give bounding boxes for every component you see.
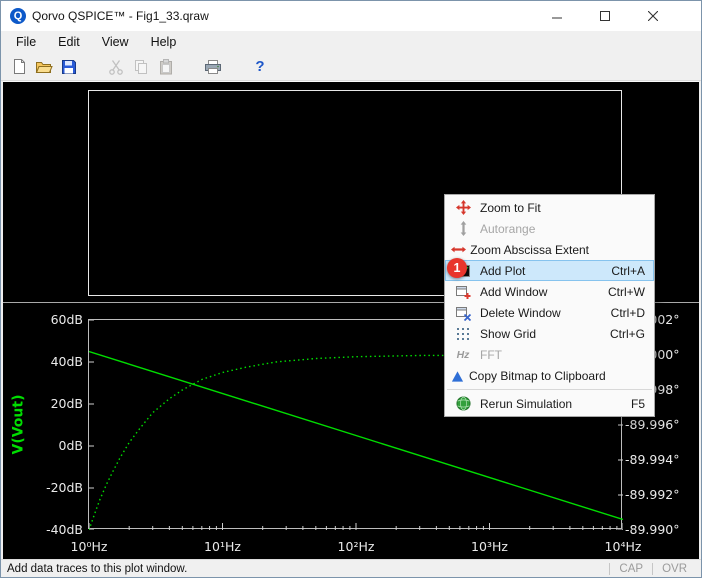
maximize-icon — [600, 11, 610, 21]
new-file-icon — [13, 59, 25, 74]
menu-item-delete-window[interactable]: Delete Window Ctrl+D — [445, 302, 654, 323]
add-window-icon — [450, 284, 476, 300]
status-ovr-indicator: OVR — [662, 562, 687, 575]
status-bar: Add data traces to this plot window. CAP… — [1, 559, 701, 577]
menu-item-add-plot[interactable]: Add Plot Ctrl+A — [445, 260, 654, 281]
menu-item-autorange: Autorange — [445, 218, 654, 239]
window-title: Qorvo QSPICE™ - Fig1_33.qraw — [32, 9, 209, 23]
print-icon — [205, 59, 221, 74]
copy-icon — [135, 59, 147, 74]
menu-item-rerun-simulation[interactable]: Rerun Simulation F5 — [445, 393, 654, 414]
menu-item-zoom-abscissa-extent[interactable]: Zoom Abscissa Extent — [445, 239, 654, 260]
menu-separator — [447, 389, 652, 390]
menu-item-shortcut: Ctrl+A — [611, 263, 645, 278]
y-right-tick-label: -89.994° — [625, 452, 680, 467]
menu-edit[interactable]: Edit — [47, 31, 91, 53]
menu-item-copy-bitmap[interactable]: Copy Bitmap to Clipboard — [445, 365, 654, 386]
close-icon — [648, 11, 658, 21]
y-right-tick-label: -89.992° — [625, 487, 680, 502]
titlebar: Q Qorvo QSPICE™ - Fig1_33.qraw — [1, 1, 701, 31]
menu-item-label: Delete Window — [480, 305, 561, 320]
menu-help[interactable]: Help — [140, 31, 188, 53]
x-tick-label: 10⁴Hz — [604, 539, 642, 554]
y-left-tick-label: 0dB — [58, 438, 83, 453]
menu-file[interactable]: File — [5, 31, 47, 53]
y-left-tick-label: 40dB — [50, 354, 83, 369]
rerun-simulation-icon — [450, 396, 476, 411]
menu-item-shortcut: F5 — [630, 396, 645, 411]
autorange-icon — [450, 221, 476, 236]
copy-bitmap-icon — [450, 369, 465, 383]
menu-item-fft: Hz FFT — [445, 344, 654, 365]
toolbar-paste-button — [154, 55, 178, 79]
qspice-window: Q Qorvo QSPICE™ - Fig1_33.qraw File Edit… — [0, 0, 702, 578]
x-tick-label: 10¹Hz — [204, 539, 241, 554]
menu-item-show-grid[interactable]: Show Grid Ctrl+G — [445, 323, 654, 344]
x-tick-label: 10⁰Hz — [70, 539, 108, 554]
close-button[interactable] — [629, 1, 677, 31]
minimize-button[interactable] — [533, 1, 581, 31]
y-right-tick-label: -89.990° — [625, 522, 680, 537]
zoom-abscissa-icon — [450, 242, 466, 257]
menu-item-label: Rerun Simulation — [480, 396, 573, 411]
help-icon: ? — [255, 58, 265, 75]
toolbar-new-button[interactable] — [7, 55, 31, 79]
minimize-icon — [552, 17, 562, 19]
menu-item-add-window[interactable]: Add Window Ctrl+W — [445, 281, 654, 302]
show-grid-icon — [450, 327, 476, 341]
menu-item-label: Autorange — [480, 221, 536, 236]
toolbar-open-button[interactable] — [32, 55, 56, 79]
menu-item-label: Copy Bitmap to Clipboard — [469, 368, 606, 383]
status-indicators: CAP OVR — [609, 560, 701, 577]
save-icon — [62, 59, 76, 74]
zoom-to-fit-icon — [450, 200, 476, 215]
menu-item-label: Zoom Abscissa Extent — [470, 242, 589, 257]
menu-item-label: FFT — [480, 347, 502, 362]
window-controls — [533, 1, 677, 31]
menu-item-shortcut: Ctrl+G — [609, 326, 645, 341]
fft-icon: Hz — [456, 348, 470, 361]
toolbar-cut-button — [104, 55, 128, 79]
delete-window-icon — [450, 305, 476, 321]
toolbar-save-button[interactable] — [57, 55, 81, 79]
y-left-tick-label: 60dB — [50, 312, 83, 327]
status-message: Add data traces to this plot window. — [7, 562, 188, 575]
menu-item-shortcut: Ctrl+D — [610, 305, 645, 320]
menu-item-label: Zoom to Fit — [480, 200, 541, 215]
menu-item-label: Show Grid — [480, 326, 537, 341]
y-left-tick-label: 20dB — [50, 396, 83, 411]
menu-item-zoom-to-fit[interactable]: Zoom to Fit — [445, 197, 654, 218]
cut-icon — [109, 59, 123, 75]
status-cap-indicator: CAP — [619, 562, 644, 575]
toolbar-print-button[interactable] — [201, 55, 225, 79]
paste-icon — [160, 58, 172, 74]
x-tick-label: 10³Hz — [471, 539, 508, 554]
toolbar: ? — [1, 53, 701, 81]
maximize-button[interactable] — [581, 1, 629, 31]
menu-item-label: Add Plot — [480, 263, 526, 278]
open-folder-icon — [35, 61, 53, 73]
context-menu: Zoom to Fit Autorange Zoom Abscissa Exte… — [444, 194, 655, 417]
toolbar-copy-button — [129, 55, 153, 79]
step-annotation-badge: 1 — [447, 258, 467, 278]
menu-bar: File Edit View Help — [1, 31, 701, 53]
y-left-tick-label: -20dB — [46, 480, 83, 495]
toolbar-separator — [179, 66, 201, 67]
menu-view[interactable]: View — [91, 31, 140, 53]
x-tick-label: 10²Hz — [337, 539, 375, 554]
toolbar-separator — [226, 66, 248, 67]
toolbar-separator — [82, 66, 104, 67]
toolbar-help-button[interactable]: ? — [248, 55, 272, 79]
app-logo-icon[interactable]: Q — [10, 8, 26, 24]
menu-item-label: Add Window — [480, 284, 548, 299]
y-left-tick-label: -40dB — [46, 522, 83, 537]
menu-item-shortcut: Ctrl+W — [608, 284, 645, 299]
y-right-tick-label: -89.996° — [625, 417, 680, 432]
